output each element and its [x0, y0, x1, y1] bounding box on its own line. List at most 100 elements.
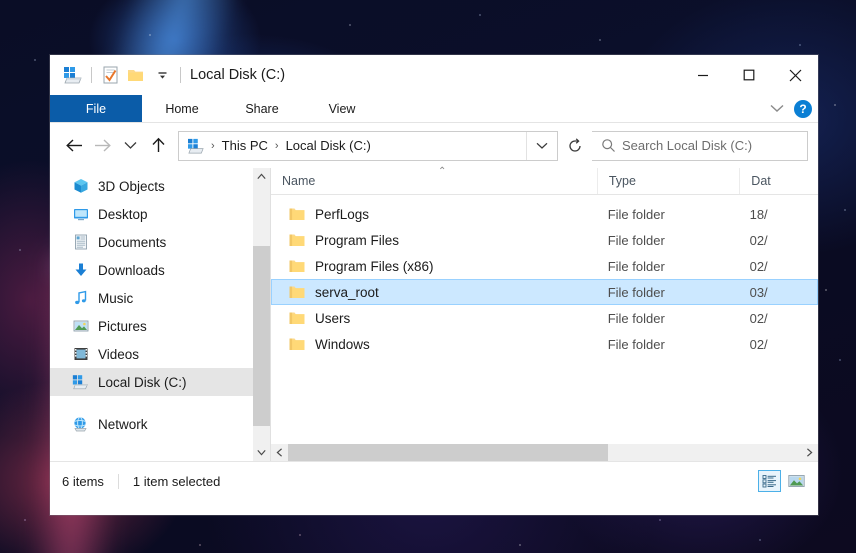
search-icon	[601, 138, 616, 153]
forward-button[interactable]	[88, 131, 116, 161]
scroll-right-arrow-icon[interactable]	[801, 444, 818, 461]
qat-divider-1	[91, 67, 92, 83]
tab-share[interactable]: Share	[222, 95, 302, 122]
row-date-cell: 02/	[749, 310, 768, 326]
sidebar-item-label: Local Disk (C:)	[98, 374, 187, 390]
sidebar-item-documents[interactable]: Documents	[50, 228, 270, 256]
row-date-cell: 18/	[749, 206, 768, 222]
file-list-pane: Name Type Dat ⌃ PerfLogs File folder 18/…	[270, 166, 818, 461]
sidebar-vertical-scrollbar[interactable]	[253, 168, 270, 461]
ribbon-right-controls: ?	[770, 95, 812, 122]
column-header-name[interactable]: Name	[271, 168, 597, 194]
table-row[interactable]: PerfLogs File folder 18/	[271, 201, 818, 227]
breadcrumb-local-disk[interactable]: Local Disk (C:)	[283, 138, 374, 153]
row-type-cell: File folder	[607, 232, 665, 248]
downloads-icon	[72, 262, 89, 279]
sidebar-item-pictures[interactable]: Pictures	[50, 312, 270, 340]
file-explorer-window: Local Disk (C:) File Home Share View ? ›…	[50, 55, 818, 515]
address-dropdown-button[interactable]	[526, 131, 557, 160]
window-title: Local Disk (C:)	[190, 67, 286, 83]
breadcrumb-drive-icon[interactable]	[185, 138, 207, 154]
table-row[interactable]: Windows File folder 02/	[271, 331, 818, 357]
folder-icon	[289, 285, 305, 299]
column-header-date[interactable]: Dat	[739, 168, 818, 194]
navigation-pane: 3D Objects Desktop Documents Downloads M…	[50, 168, 270, 461]
new-folder-icon[interactable]	[123, 62, 149, 88]
properties-icon[interactable]	[97, 62, 123, 88]
help-button[interactable]: ?	[794, 99, 812, 118]
sidebar-item-label: Downloads	[98, 262, 165, 278]
horizontal-scrollbar-track[interactable]	[288, 444, 801, 461]
sidebar-item-label: Documents	[98, 234, 167, 250]
customize-chevron-icon[interactable]	[149, 62, 175, 88]
horizontal-scrollbar[interactable]	[271, 444, 818, 461]
breadcrumb-separator-2[interactable]: ›	[271, 140, 283, 152]
explorer-drive-icon[interactable]	[60, 62, 86, 88]
network-icon	[72, 416, 89, 433]
row-name-cell: Program Files	[272, 233, 597, 248]
table-row-selected[interactable]: serva_root File folder 03/	[271, 279, 818, 305]
large-icons-view-button[interactable]	[785, 470, 808, 492]
details-view-button[interactable]	[758, 470, 781, 492]
tab-file[interactable]: File	[50, 95, 142, 122]
sidebar-item-videos[interactable]: Videos	[50, 340, 270, 368]
back-button[interactable]	[60, 131, 88, 161]
scroll-left-arrow-icon[interactable]	[271, 444, 288, 461]
up-button[interactable]	[144, 131, 172, 161]
selection-count-label: 1 item selected	[132, 473, 221, 489]
row-name-cell: PerfLogs	[272, 207, 597, 222]
row-name-cell: Program Files (x86)	[272, 259, 597, 274]
folder-icon	[289, 311, 305, 325]
refresh-button[interactable]	[558, 131, 592, 161]
scroll-down-arrow-icon[interactable]	[253, 444, 270, 461]
maximize-button[interactable]	[726, 55, 772, 95]
desktop-icon	[72, 206, 89, 223]
desktop-background: Local Disk (C:) File Home Share View ? ›…	[0, 0, 856, 553]
row-type-cell: File folder	[607, 206, 665, 222]
expand-ribbon-chevron-icon[interactable]	[770, 104, 784, 113]
videos-icon	[72, 346, 89, 363]
column-header-type[interactable]: Type	[596, 168, 739, 194]
sidebar-item-network[interactable]: Network	[50, 410, 270, 438]
sidebar-item-music[interactable]: Music	[50, 284, 270, 312]
3d-objects-icon	[72, 178, 89, 195]
title-bar[interactable]: Local Disk (C:)	[50, 55, 818, 95]
sidebar-item-label: 3D Objects	[98, 178, 165, 194]
table-row[interactable]: Users File folder 02/	[271, 305, 818, 331]
sidebar-item-local-disk[interactable]: Local Disk (C:)	[50, 368, 270, 396]
row-date-cell: 02/	[749, 232, 768, 248]
sidebar-item-label: Pictures	[98, 318, 147, 334]
table-row[interactable]: Program Files (x86) File folder 02/	[271, 253, 818, 279]
sidebar-scrollbar-thumb[interactable]	[253, 246, 270, 426]
sidebar-list: 3D Objects Desktop Documents Downloads M…	[50, 168, 270, 438]
recent-locations-button[interactable]	[116, 131, 144, 161]
view-toggle-group	[758, 470, 808, 492]
close-button[interactable]	[772, 55, 818, 95]
sort-ascending-caret-icon: ⌃	[438, 166, 447, 177]
breadcrumb: › This PC › Local Disk (C:)	[179, 138, 526, 154]
breadcrumb-separator-1[interactable]: ›	[207, 140, 219, 152]
sidebar-item-downloads[interactable]: Downloads	[50, 256, 270, 284]
file-rows: PerfLogs File folder 18/ Program Files F…	[271, 195, 818, 357]
horizontal-scrollbar-thumb[interactable]	[288, 444, 608, 461]
row-type-cell: File folder	[607, 258, 665, 274]
sidebar-item-label: Videos	[98, 346, 140, 362]
column-headers: Name Type Dat ⌃	[271, 166, 818, 195]
sidebar-item-3d-objects[interactable]: 3D Objects	[50, 172, 270, 200]
tab-home[interactable]: Home	[142, 95, 222, 122]
folder-icon	[289, 337, 305, 351]
search-input[interactable]: Search Local Disk (C:)	[592, 130, 808, 161]
scroll-up-arrow-icon[interactable]	[253, 168, 270, 185]
row-name-cell: Windows	[272, 337, 597, 352]
ribbon-tabs: File Home Share View ?	[50, 95, 818, 123]
row-type-cell: File folder	[607, 336, 665, 352]
tab-view[interactable]: View	[302, 95, 382, 122]
row-date-cell: 02/	[749, 258, 768, 274]
sidebar-item-desktop[interactable]: Desktop	[50, 200, 270, 228]
quick-access-toolbar	[50, 62, 186, 88]
table-row[interactable]: Program Files File folder 02/	[271, 227, 818, 253]
minimize-button[interactable]	[680, 55, 726, 95]
address-bar[interactable]: › This PC › Local Disk (C:)	[178, 130, 558, 161]
breadcrumb-this-pc[interactable]: This PC	[219, 138, 271, 153]
